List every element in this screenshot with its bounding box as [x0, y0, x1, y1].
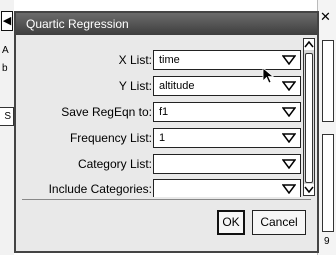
y-list-dropdown[interactable]: altitude	[153, 76, 301, 96]
category-list-label: Category List:	[77, 157, 152, 171]
x-list-dropdown[interactable]: time	[153, 50, 301, 70]
dropdown-arrow-icon	[282, 184, 296, 194]
background-left-panel	[0, 0, 14, 255]
x-list-value: time	[159, 54, 180, 66]
frequency-list-value: 1	[159, 132, 166, 144]
save-regeqn-value: f1	[159, 106, 169, 118]
close-icon[interactable]: ✕	[320, 9, 331, 25]
left-arrow-icon[interactable]: ◀	[1, 11, 13, 31]
save-regeqn-dropdown[interactable]: f1	[153, 102, 301, 122]
dropdown-arrow-icon	[282, 107, 296, 117]
background-scrollbar-top[interactable]	[322, 40, 334, 122]
scroll-up-icon[interactable]	[304, 39, 314, 50]
category-list-dropdown[interactable]	[153, 154, 301, 174]
dropdown-arrow-icon	[282, 55, 296, 65]
dropdown-arrow-icon	[282, 159, 296, 169]
x-list-label: X List:	[118, 53, 152, 67]
background-text-s: S	[0, 107, 14, 126]
include-categories-label: Include Categories:	[48, 182, 152, 196]
scrollbar-thumb[interactable]	[305, 53, 313, 183]
background-number: 9	[324, 236, 330, 247]
save-regeqn-row: Save RegEqn to: f1	[16, 102, 317, 124]
dropdown-arrow-icon	[282, 81, 296, 91]
dropdown-arrow-icon	[282, 133, 296, 143]
y-list-label: Y List:	[118, 79, 152, 93]
frequency-list-label: Frequency List:	[69, 131, 152, 145]
frequency-list-row: Frequency List: 1	[16, 128, 317, 150]
dialog-separator	[22, 199, 311, 200]
ok-button[interactable]: OK	[217, 210, 245, 235]
category-list-row: Category List:	[16, 154, 317, 176]
regression-dialog: Quartic Regression X List: time Y List: …	[14, 11, 319, 253]
dialog-title: Quartic Regression	[16, 13, 317, 35]
save-regeqn-label: Save RegEqn to:	[61, 105, 152, 119]
include-categories-row: Include Categories:	[16, 179, 317, 197]
dialog-scrollbar[interactable]	[303, 38, 315, 196]
scroll-down-icon[interactable]	[304, 184, 314, 195]
background-text-b: b	[2, 63, 8, 74]
include-categories-dropdown[interactable]	[153, 179, 301, 197]
y-list-value: altitude	[159, 80, 195, 92]
frequency-list-dropdown[interactable]: 1	[153, 128, 301, 148]
cancel-button[interactable]: Cancel	[252, 210, 306, 235]
mouse-cursor-icon	[262, 67, 275, 84]
background-scrollbar-bottom[interactable]	[322, 134, 334, 232]
background-text-a: A	[2, 45, 9, 56]
